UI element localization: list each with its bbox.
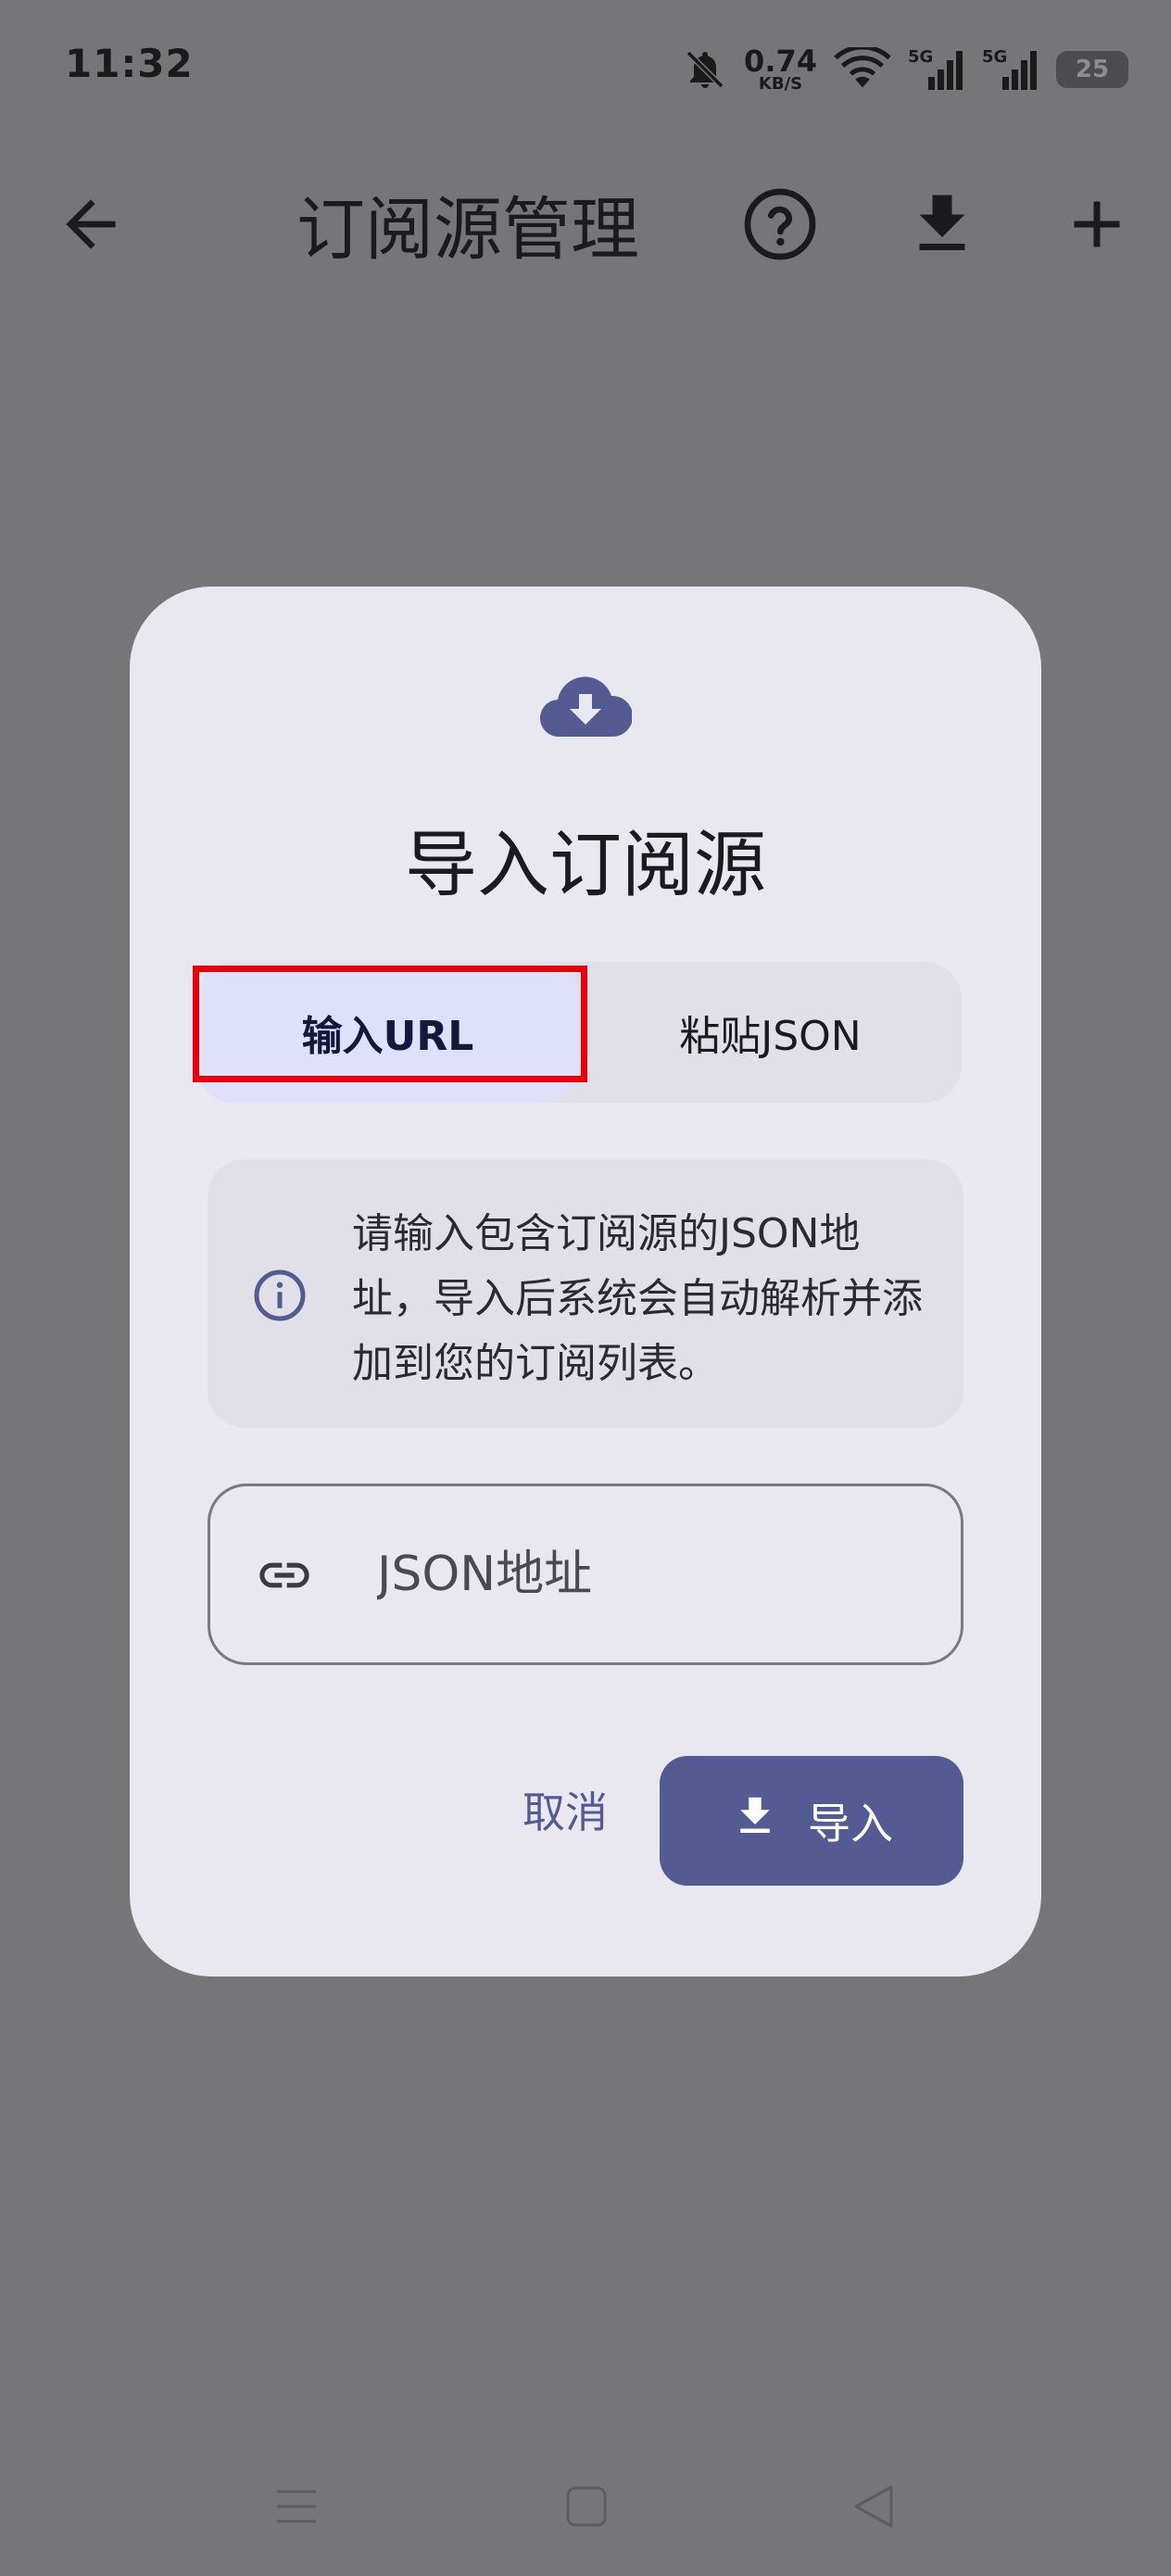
network-speed-value: 0.74 (744, 44, 817, 79)
signal-5g-icon-1: 5G (908, 47, 965, 92)
import-button[interactable]: 导入 (660, 1756, 963, 1886)
dialog-title: 导入订阅源 (404, 824, 766, 907)
add-icon[interactable] (1058, 185, 1136, 267)
cancel-button[interactable]: 取消 (463, 1754, 667, 1865)
arrow-back-icon[interactable] (54, 187, 128, 261)
download-icon[interactable] (903, 185, 981, 267)
link-icon (251, 1546, 318, 1609)
info-icon (252, 1268, 308, 1327)
mute-notifications-icon (683, 47, 727, 92)
help-icon[interactable] (741, 185, 819, 267)
battery-level: 25 (1075, 56, 1110, 83)
status-bar: 11:32 0.74 KB/S 5G 5G 25 (0, 0, 1171, 139)
system-navigation-bar (0, 2456, 1171, 2557)
tab-highlight-box (193, 966, 587, 1082)
status-time: 11:32 (65, 41, 194, 86)
home-icon[interactable] (563, 2483, 610, 2533)
json-url-field[interactable] (208, 1484, 963, 1665)
cancel-button-label: 取消 (523, 1787, 608, 1837)
import-mode-segmented-control: 输入URL 粘贴JSON (193, 962, 962, 1103)
system-back-icon[interactable] (850, 2481, 897, 2535)
recent-apps-icon[interactable] (273, 2483, 320, 2533)
signal-5g-icon-2: 5G (982, 47, 1039, 92)
wifi-icon (834, 47, 891, 92)
download-icon (730, 1791, 780, 1851)
app-bar: 订阅源管理 (0, 158, 1171, 283)
info-card: 请输入包含订阅源的JSON地址，导入后系统会自动解析并添加到您的订阅列表。 (208, 1159, 963, 1428)
battery-icon: 25 (1056, 51, 1128, 88)
network-speed-unit: KB/S (758, 74, 803, 94)
tab-paste-json-label: 粘贴JSON (679, 1013, 862, 1060)
json-url-input[interactable] (377, 1523, 933, 1625)
tab-paste-json[interactable]: 粘贴JSON (579, 962, 962, 1103)
network-speed: 0.74 KB/S (744, 46, 817, 93)
info-text: 请输入包含订阅源的JSON地址，导入后系统会自动解析并添加到您的订阅列表。 (352, 1210, 923, 1387)
cloud-download-icon (539, 670, 634, 742)
page-title: 订阅源管理 (296, 190, 639, 270)
import-button-label: 导入 (808, 1799, 893, 1849)
import-dialog: 导入订阅源 输入URL 粘贴JSON 请输入包含订阅源的JSON地址，导入后系统… (130, 587, 1041, 1976)
status-icons: 0.74 KB/S 5G 5G 25 (683, 37, 1128, 102)
